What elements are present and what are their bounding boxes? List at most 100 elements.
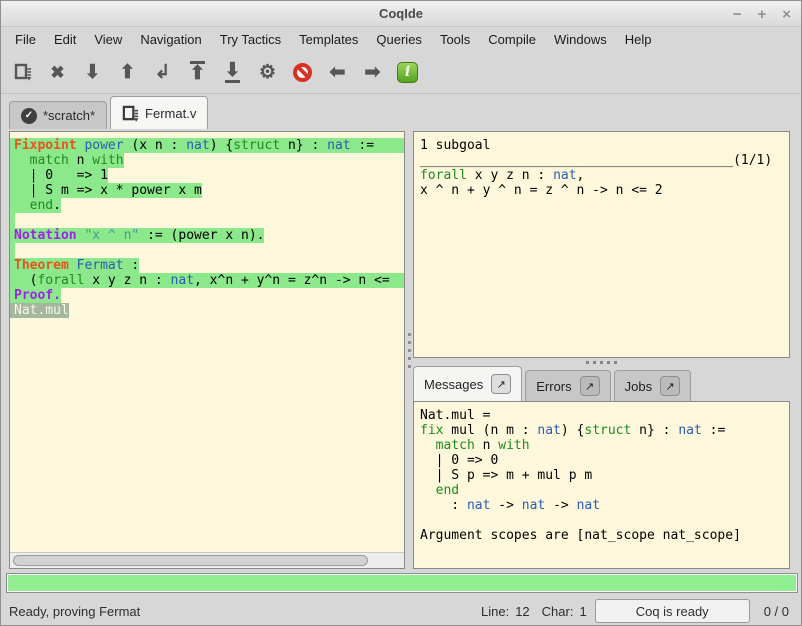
code-line: match n with: [10, 153, 404, 168]
code-line: [10, 243, 404, 258]
tab-label: Messages: [424, 377, 483, 392]
code-line: end.: [10, 198, 404, 213]
go-to-cursor-button[interactable]: ↲: [149, 57, 176, 87]
code-line: x ^ n + y ^ n = z ^ n -> n <= 2: [416, 183, 789, 198]
code-line: [10, 213, 404, 228]
interrupt-button[interactable]: [289, 57, 316, 87]
line-label: Line:: [481, 604, 509, 619]
menu-item-tools[interactable]: Tools: [431, 29, 479, 50]
window-title: CoqIde: [379, 6, 423, 21]
about-button[interactable]: i: [394, 57, 421, 87]
code-line: | 0 => 1: [10, 168, 404, 183]
gear-icon: ⚙: [259, 63, 276, 82]
tab-label: Jobs: [625, 379, 652, 394]
code-line: Theorem Fermat :: [10, 258, 404, 273]
menu-item-view[interactable]: View: [85, 29, 131, 50]
menu-item-help[interactable]: Help: [616, 29, 661, 50]
jobs-counter: 0 / 0: [764, 604, 789, 619]
code-line: | S m => x * power x m: [10, 183, 404, 198]
menu-item-templates[interactable]: Templates: [290, 29, 367, 50]
tab-jobs[interactable]: Jobs ↗: [614, 370, 691, 401]
tab-scratch[interactable]: ✓ *scratch*: [9, 101, 107, 129]
fully-check-button[interactable]: ⚙: [254, 57, 281, 87]
toolbar: ✖ ⬇ ⬆ ↲ ⬆ ⬇ ⚙ ⬅ ➡ i: [1, 51, 801, 94]
title-bar[interactable]: CoqIde − + ×: [1, 1, 801, 27]
arrow-right-icon: ➡: [365, 63, 381, 82]
no-entry-icon: [293, 63, 312, 82]
editor-code: Fixpoint power (x n : nat) {struct n} : …: [10, 132, 404, 318]
menu-item-queries[interactable]: Queries: [367, 29, 431, 50]
check-circle-icon: ✓: [21, 108, 37, 124]
close-buffer-button[interactable]: ✖: [44, 57, 71, 87]
restart-button[interactable]: ⬆: [184, 57, 211, 87]
coq-status-indicator: Coq is ready: [595, 599, 750, 623]
editor-horizontal-scrollbar[interactable]: [10, 552, 404, 568]
tab-errors[interactable]: Errors ↗: [525, 370, 610, 401]
code-line: (forall x y z n : nat, x^n + y^n = z^n -…: [10, 273, 404, 288]
maximize-icon[interactable]: +: [757, 7, 766, 22]
arrow-down-icon: ⬇: [85, 63, 101, 82]
code-line: end: [416, 483, 789, 498]
save-icon: [14, 63, 32, 81]
messages-code: Nat.mul =fix mul (n m : nat) {struct n} …: [414, 402, 789, 543]
close-icon[interactable]: ×: [782, 7, 791, 22]
detach-arrow-icon[interactable]: ↗: [660, 376, 680, 396]
goals-pane[interactable]: 1 subgoal_______________________________…: [413, 131, 790, 358]
code-line: Fixpoint power (x n : nat) {struct n} : …: [10, 138, 404, 153]
messages-pane[interactable]: Nat.mul =fix mul (n m : nat) {struct n} …: [413, 401, 790, 569]
code-line: 1 subgoal: [416, 138, 789, 153]
tab-label: Fermat.v: [145, 106, 196, 121]
menu-item-compile[interactable]: Compile: [479, 29, 545, 50]
code-line: ________________________________________…: [416, 153, 789, 168]
code-line: : nat -> nat -> nat: [416, 498, 789, 513]
code-line: Argument scopes are [nat_scope nat_scope…: [416, 528, 789, 543]
go-to-cursor-icon: ↲: [155, 63, 171, 82]
code-line: Nat.mul =: [416, 408, 789, 423]
tab-label: Errors: [536, 379, 571, 394]
char-label: Char:: [542, 604, 574, 619]
step-forward-button[interactable]: ⬇: [79, 57, 106, 87]
save-button[interactable]: [9, 57, 36, 87]
script-editor-pane[interactable]: Fixpoint power (x n : nat) {struct n} : …: [9, 131, 405, 569]
arrow-left-icon: ⬅: [330, 63, 346, 82]
vertical-splitter[interactable]: [405, 131, 413, 569]
tab-fermat[interactable]: Fermat.v: [110, 96, 208, 129]
minimize-icon[interactable]: −: [733, 7, 742, 22]
arrow-down-to-bar-icon: ⬇: [225, 61, 241, 83]
messages-tab-bar: Messages ↗ Errors ↗ Jobs ↗: [413, 366, 691, 401]
char-value: 1: [579, 604, 586, 619]
code-line: Notation "x ^ n" := (power x n).: [10, 228, 404, 243]
status-bar: Ready, proving Fermat Line: 12 Char: 1 C…: [1, 595, 801, 626]
info-bubble-icon: i: [397, 62, 418, 83]
menu-item-navigation[interactable]: Navigation: [131, 29, 210, 50]
menu-item-file[interactable]: File: [6, 29, 45, 50]
coqide-window: CoqIde − + × FileEditViewNavigationTry T…: [0, 0, 802, 626]
menu-item-windows[interactable]: Windows: [545, 29, 616, 50]
code-line: | 0 => 0: [416, 453, 789, 468]
status-message: Ready, proving Fermat: [9, 604, 469, 619]
code-line: Nat.mul: [10, 303, 404, 318]
step-backward-button[interactable]: ⬆: [114, 57, 141, 87]
navigate-forward-button[interactable]: ➡: [359, 57, 386, 87]
tab-label: *scratch*: [43, 108, 95, 123]
horizontal-splitter[interactable]: [413, 358, 790, 366]
menu-bar: FileEditViewNavigationTry TacticsTemplat…: [1, 27, 801, 51]
menu-item-edit[interactable]: Edit: [45, 29, 85, 50]
arrow-up-icon: ⬆: [120, 63, 136, 82]
code-line: Proof.: [10, 288, 404, 303]
progress-bar: [6, 573, 798, 593]
go-to-end-button[interactable]: ⬇: [219, 57, 246, 87]
detach-arrow-icon[interactable]: ↗: [580, 376, 600, 396]
detach-arrow-icon[interactable]: ↗: [491, 374, 511, 394]
scrollbar-thumb[interactable]: [13, 555, 368, 566]
save-page-icon: [122, 105, 139, 122]
code-line: | S p => m + mul p m: [416, 468, 789, 483]
code-line: [416, 513, 789, 528]
tab-messages[interactable]: Messages ↗: [413, 366, 522, 401]
menu-item-try-tactics[interactable]: Try Tactics: [211, 29, 290, 50]
code-line: fix mul (n m : nat) {struct n} : nat :=: [416, 423, 789, 438]
code-line: match n with: [416, 438, 789, 453]
navigate-back-button[interactable]: ⬅: [324, 57, 351, 87]
window-controls: − + ×: [733, 1, 791, 27]
progress-fill: [8, 575, 796, 591]
